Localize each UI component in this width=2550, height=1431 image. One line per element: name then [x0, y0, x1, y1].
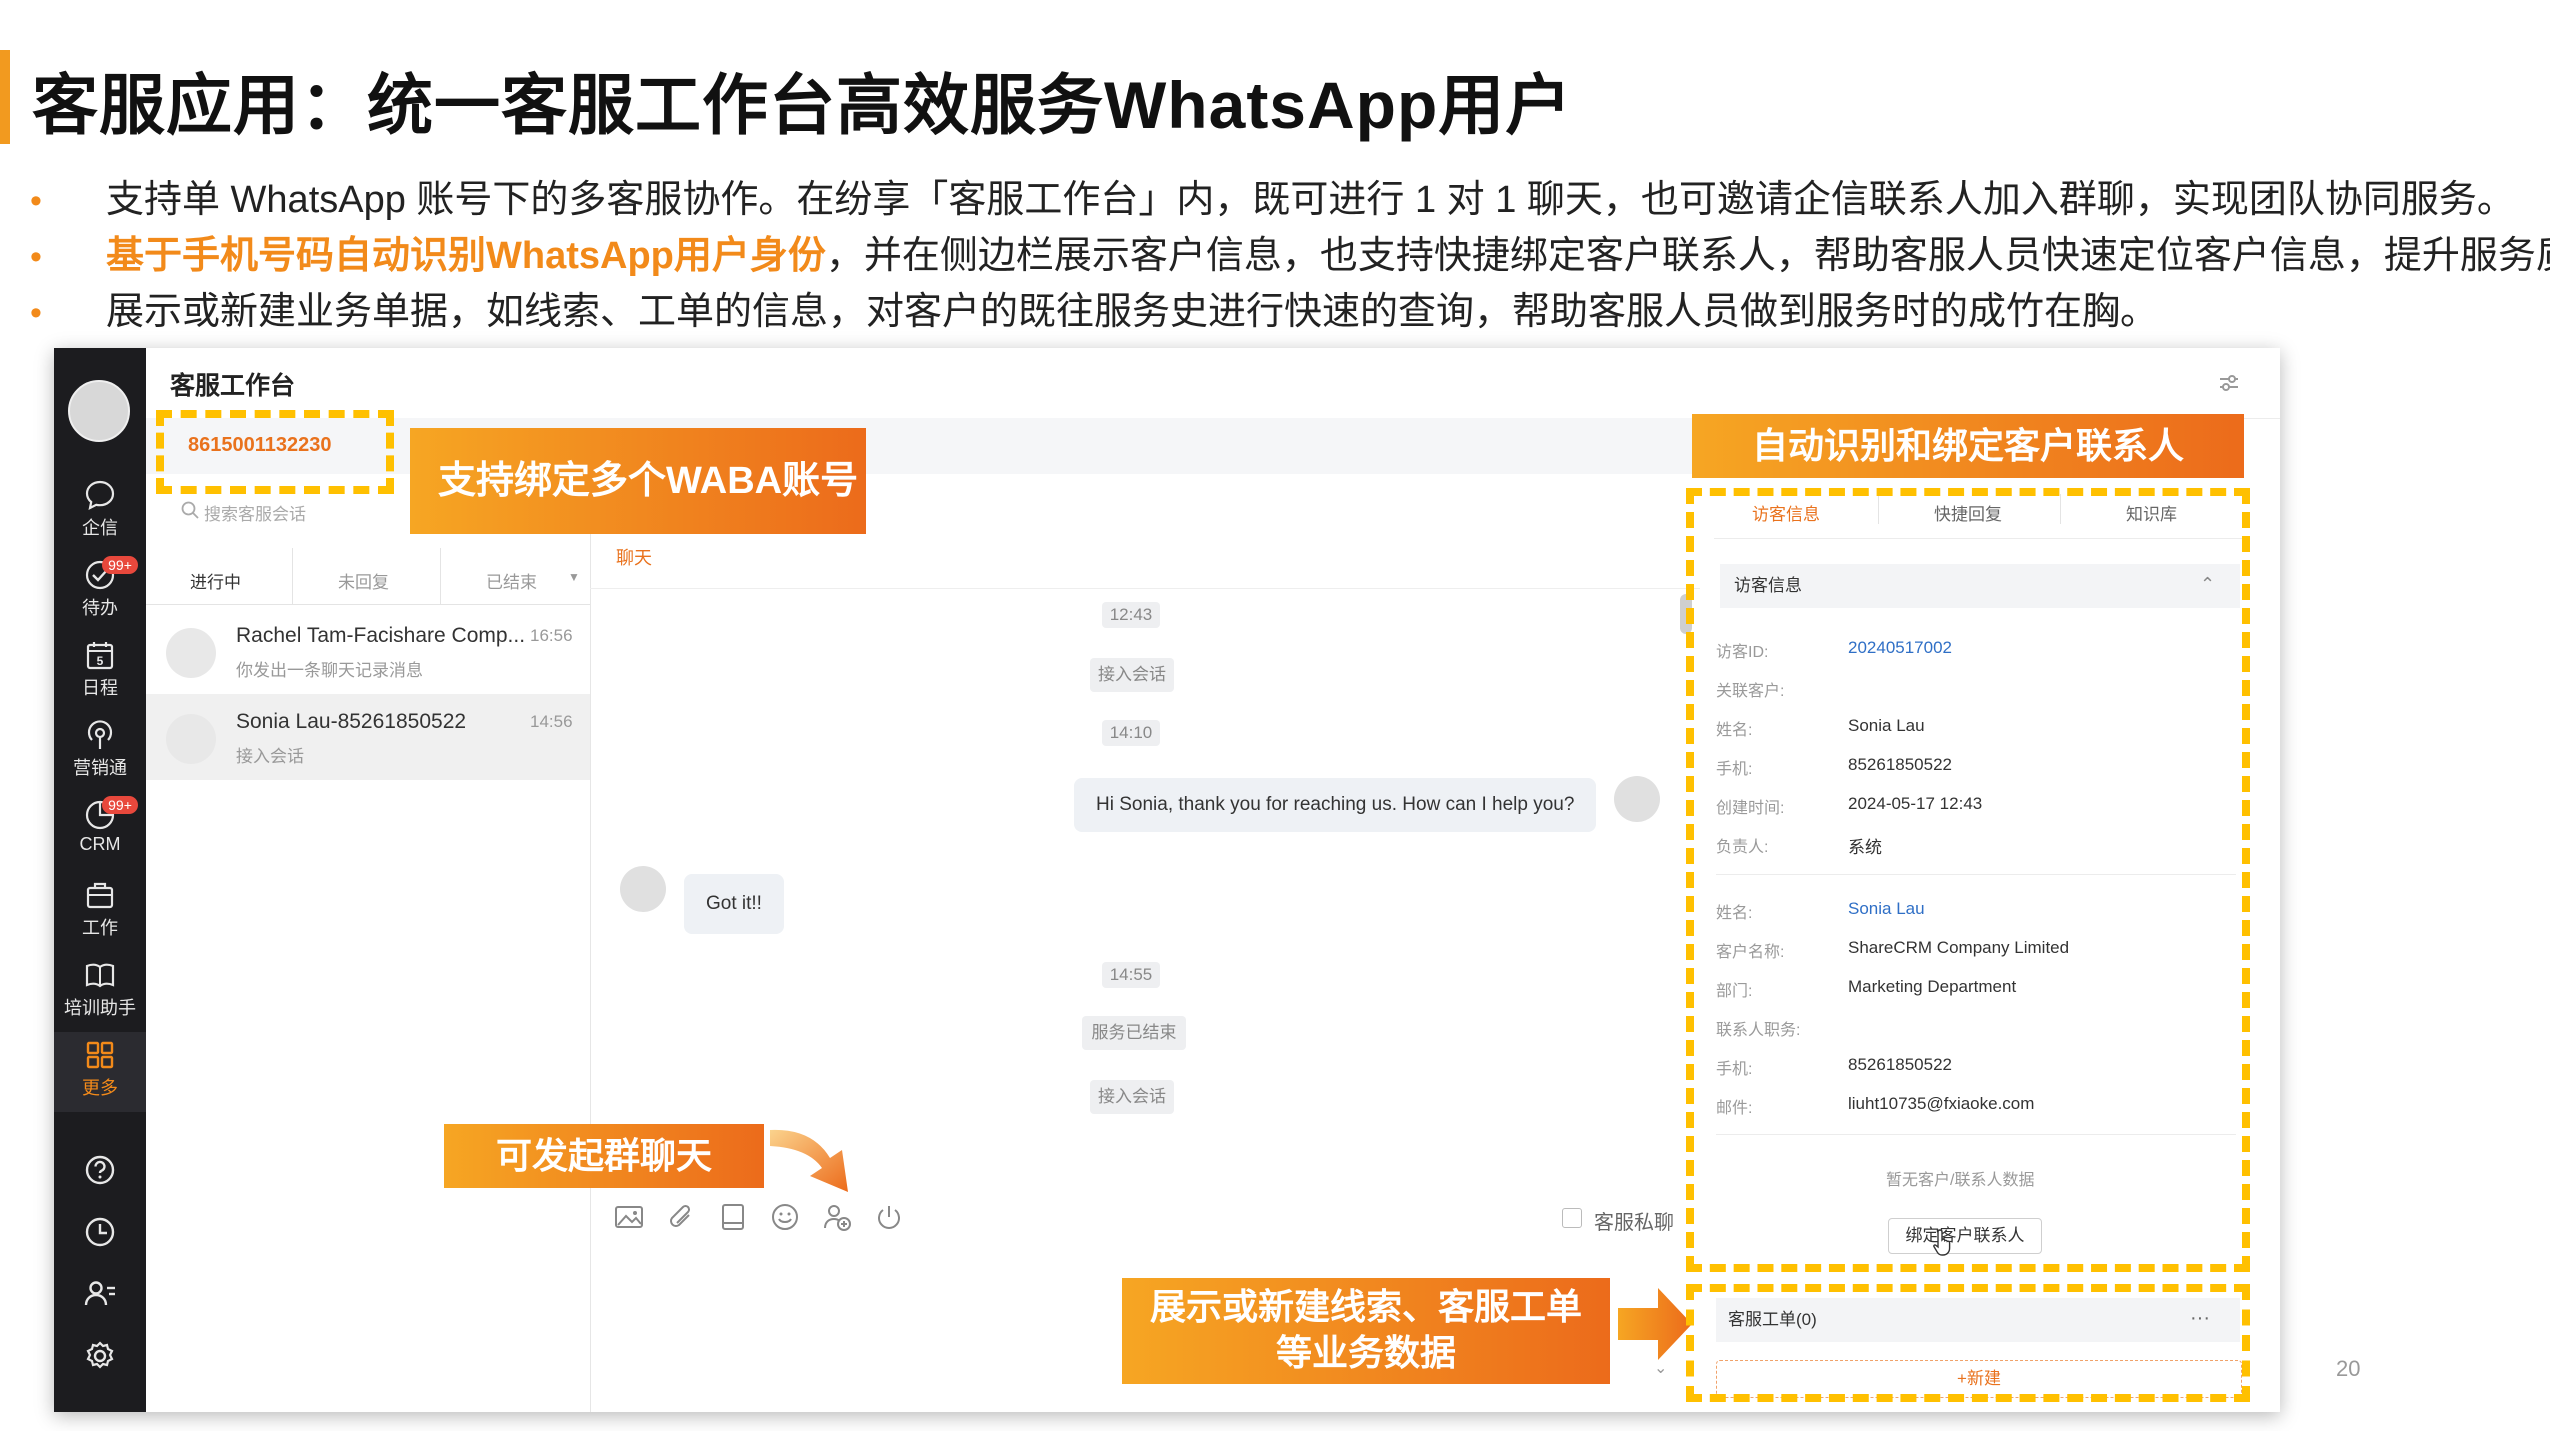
filter-settings-icon[interactable] [2214, 368, 2244, 398]
chevron-down-icon[interactable]: ▼ [568, 570, 580, 584]
title-accent-bar [0, 50, 10, 144]
search-input[interactable]: 搜索客服会话 [204, 500, 306, 525]
app-header [146, 348, 2280, 419]
contact-avatar [166, 628, 216, 678]
bullet-dot: • [30, 238, 42, 276]
add-group-member-icon[interactable] [820, 1200, 854, 1234]
message-time: 12:43 [1102, 602, 1160, 628]
outgoing-message: Hi Sonia, thank you for reaching us. How… [1074, 778, 1597, 832]
incoming-message: Got it!! [684, 874, 784, 934]
conversation-item-selected[interactable]: Sonia Lau-85261850522 14:56 接入会话 [146, 694, 590, 780]
private-chat-checkbox[interactable] [1562, 1208, 1582, 1228]
page-number: 20 [2336, 1356, 2361, 1381]
message-time: 14:10 [1102, 720, 1160, 746]
tab-unreplied[interactable]: 未回复 [338, 568, 389, 593]
system-message: 接入会话 [1090, 1080, 1174, 1114]
waba-account-highlight [156, 410, 394, 494]
group-chat-arrow-icon [770, 1129, 848, 1192]
business-data-callout: 展示或新建线索、客服工单 等业务数据 [1122, 1278, 1610, 1384]
app-title: 客服工作台 [170, 372, 296, 400]
agent-avatar [1614, 776, 1660, 822]
power-end-icon[interactable] [872, 1200, 906, 1234]
search-icon [181, 501, 199, 519]
template-icon[interactable] [716, 1200, 750, 1234]
bullet-1: • 支持单 WhatsApp 账号下的多客服协作。在纷享「客服工作台」内，既可进行… [30, 179, 2515, 221]
system-message: 接入会话 [1090, 658, 1174, 692]
conversation-item[interactable]: Rachel Tam-Facishare Comp... 16:56 你发出一条… [146, 608, 590, 694]
tab-divider [440, 548, 441, 604]
customer-info-highlight [1686, 488, 2250, 1272]
business-data-highlight [1686, 1284, 2250, 1402]
system-message: 服务已结束 [1082, 1016, 1186, 1050]
bullet-3: • 展示或新建业务单据，如线索、工单的信息，对客户的既往服务史进行快速的查询，帮助… [30, 291, 2159, 333]
bullet-dot: • [30, 182, 42, 220]
emoji-icon[interactable] [768, 1200, 802, 1234]
bullet-2: • 基于手机号码自动识别WhatsApp用户身份，并在侧边栏展示客户信息，也支持快… [30, 235, 2550, 277]
chat-tab-label[interactable]: 聊天 [616, 544, 652, 570]
tab-divider [292, 548, 293, 604]
group-chat-callout: 可发起群聊天 [444, 1124, 764, 1188]
tab-in-progress[interactable]: 进行中 [190, 568, 241, 593]
chat-divider [590, 588, 1700, 589]
bullet-highlight: 基于手机号码自动识别WhatsApp用户身份 [106, 235, 826, 277]
attachment-icon[interactable] [664, 1200, 698, 1234]
waba-callout: 支持绑定多个WABA账号 [410, 428, 866, 534]
bullet-dot: • [30, 294, 42, 332]
image-icon[interactable] [612, 1200, 646, 1234]
message-time: 14:55 [1102, 962, 1160, 988]
private-chat-label: 客服私聊 [1594, 1212, 1674, 1234]
contact-avatar [166, 714, 216, 764]
business-data-arrow-icon [1618, 1288, 1692, 1360]
customer-avatar [620, 866, 666, 912]
tab-ended[interactable]: 已结束 [486, 568, 537, 593]
slide-title: 客服应用：统一客服工作台高效服务WhatsApp用户 [32, 68, 1573, 142]
auto-identify-callout: 自动识别和绑定客户联系人 [1692, 414, 2244, 478]
